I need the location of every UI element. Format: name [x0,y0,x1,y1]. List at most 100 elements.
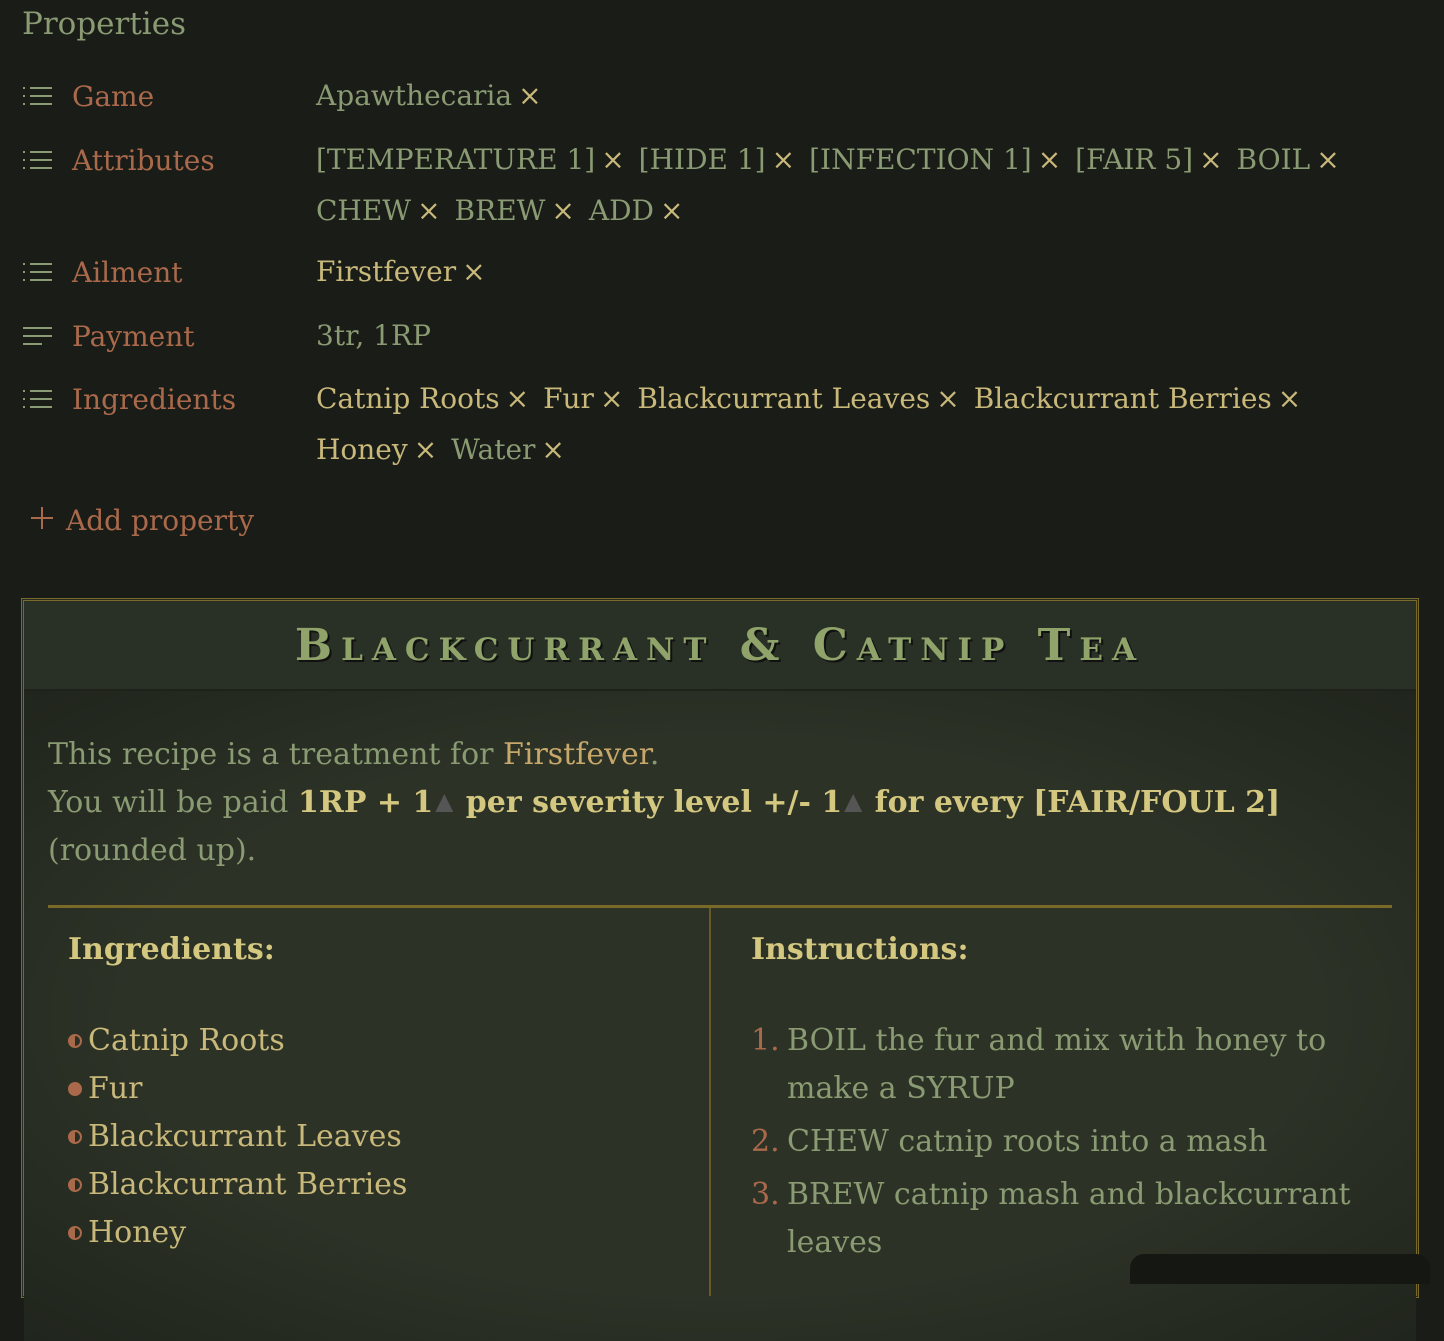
ingredient-item: Blackcurrant Leaves [68,1113,689,1161]
remove-tag-icon[interactable]: × [518,79,541,112]
intro-text: This recipe is a treatment for [48,737,504,772]
property-tag[interactable]: ADD × [589,185,684,236]
property-tag[interactable]: Fur × [543,373,623,424]
ingredient-item: Blackcurrant Berries [68,1161,689,1209]
tag-label: Firstfever [316,255,457,288]
property-tag[interactable]: Firstfever × [316,246,486,297]
ingredients-heading: Ingredients: [68,932,275,967]
bullet-icon [68,1178,82,1192]
ailment-link[interactable]: Firstfever [503,737,650,772]
property-value-text[interactable]: 3tr, 1RP [316,319,431,352]
tag-label: Water [451,433,536,466]
tag-label: BOIL [1236,143,1311,176]
payment-text: You will be paid [48,785,299,820]
floating-panel-edge [1130,1254,1430,1284]
remove-tag-icon[interactable]: × [417,194,440,227]
recipe-card: Blackcurrant & Catnip Tea This recipe is… [21,598,1419,1341]
remove-tag-icon[interactable]: × [414,433,437,466]
list-icon [22,387,56,417]
tag-label: Honey [316,433,408,466]
remove-tag-icon[interactable]: × [506,382,529,415]
tag-label: Fur [543,382,594,415]
property-row-payment: Payment 3tr, 1RP [22,319,1406,361]
add-property-button[interactable]: Add property [30,504,254,537]
payment-severity: per severity level +/- 1 [455,785,843,820]
ingredients-column: Ingredients: Catnip Roots Fur Blackcurrant… [48,908,709,1296]
property-row-ingredients: Ingredients Catnip Roots × Fur × Blackcurran… [22,382,1406,475]
remove-tag-icon[interactable]: × [551,194,574,227]
property-row-attributes: Attributes [TEMPERATURE 1] × [HIDE 1] × [INF… [22,143,1406,236]
ingredient-link[interactable]: Catnip Roots [88,1017,285,1065]
property-tag[interactable]: Honey × [316,424,437,475]
tag-label: CHEW [316,194,412,227]
property-tag[interactable]: [HIDE 1] × [639,134,795,185]
property-label[interactable]: Attributes [56,144,316,177]
property-tag[interactable]: Apawthecaria × [316,70,542,121]
property-values[interactable]: Apawthecaria × [316,70,1406,121]
property-label[interactable]: Payment [56,320,316,353]
remove-tag-icon[interactable]: × [601,143,624,176]
gem-icon [435,794,454,812]
instruction-step: 1. BOIL the fur and mix with honey to mak… [751,1017,1372,1113]
property-label[interactable]: Game [56,80,316,113]
property-row-ailment: Ailment Firstfever × [22,255,1406,297]
property-values[interactable]: 3tr, 1RP [316,310,1406,361]
property-tag[interactable]: BREW × [455,185,575,236]
property-label[interactable]: Ailment [56,256,316,289]
tag-label: Blackcurrant Berries [973,382,1272,415]
bullet-icon [68,1082,82,1096]
step-text: BOIL the fur and mix with honey to make … [787,1023,1327,1106]
property-tag[interactable]: [INFECTION 1] × [809,134,1061,185]
ingredient-link[interactable]: Blackcurrant Berries [88,1161,407,1209]
instruction-step: 2. CHEW catnip roots into a mash [751,1118,1372,1166]
ingredient-item: Catnip Roots [68,1017,689,1065]
tag-label: ADD [588,194,655,227]
property-tag[interactable]: [TEMPERATURE 1] × [316,134,625,185]
remove-tag-icon[interactable]: × [660,194,683,227]
remove-tag-icon[interactable]: × [1038,143,1061,176]
property-tag[interactable]: Catnip Roots × [316,373,529,424]
property-tag[interactable]: Blackcurrant Leaves × [637,373,959,424]
tag-label: Catnip Roots [316,382,500,415]
property-tag[interactable]: [FAIR 5] × [1075,134,1222,185]
property-tag[interactable]: Water × [451,424,565,475]
payment-base: 1RP + 1 [298,785,434,820]
ingredient-link[interactable]: Honey [88,1209,186,1257]
tag-label: [INFECTION 1] [809,143,1032,176]
bullet-icon [68,1226,82,1240]
step-number: 1. [751,1023,780,1058]
tag-label: BREW [454,194,546,227]
list-icon [22,148,56,178]
property-tag[interactable]: CHEW × [316,185,441,236]
remove-tag-icon[interactable]: × [541,433,564,466]
bullet-icon [68,1130,82,1144]
property-values[interactable]: Firstfever × [316,246,1406,297]
property-values[interactable]: Catnip Roots × Fur × Blackcurrant Leaves × Bla… [316,373,1406,475]
gem-icon [844,794,863,812]
step-number: 2. [751,1124,780,1159]
intro-text: . [649,737,660,772]
remove-tag-icon[interactable]: × [600,382,623,415]
property-label[interactable]: Ingredients [56,383,316,416]
property-tag[interactable]: Blackcurrant Berries × [974,373,1302,424]
remove-tag-icon[interactable]: × [936,382,959,415]
property-row-game: Game Apawthecaria × [22,79,1406,121]
tag-label: [HIDE 1] [638,143,766,176]
add-property-label: Add property [66,504,255,537]
instructions-column: Instructions: 1. BOIL the fur and mix wit… [709,908,1392,1296]
ingredient-link[interactable]: Blackcurrant Leaves [88,1113,402,1161]
remove-tag-icon[interactable]: × [1278,382,1301,415]
remove-tag-icon[interactable]: × [462,255,485,288]
ingredient-link[interactable]: Fur [88,1065,142,1113]
remove-tag-icon[interactable]: × [1199,143,1222,176]
property-tag[interactable]: BOIL × [1237,134,1340,185]
property-values[interactable]: [TEMPERATURE 1] × [HIDE 1] × [INFECTION 1] ×[… [316,134,1406,236]
step-number: 3. [751,1177,780,1212]
instruction-step: 3. BREW catnip mash and blackcurrant leav… [751,1171,1372,1267]
bullet-icon [68,1034,82,1048]
instructions-heading: Instructions: [751,932,969,967]
tag-label: [FAIR 5] [1075,143,1194,176]
remove-tag-icon[interactable]: × [772,143,795,176]
remove-tag-icon[interactable]: × [1316,143,1339,176]
ingredient-item: Fur [68,1065,689,1113]
